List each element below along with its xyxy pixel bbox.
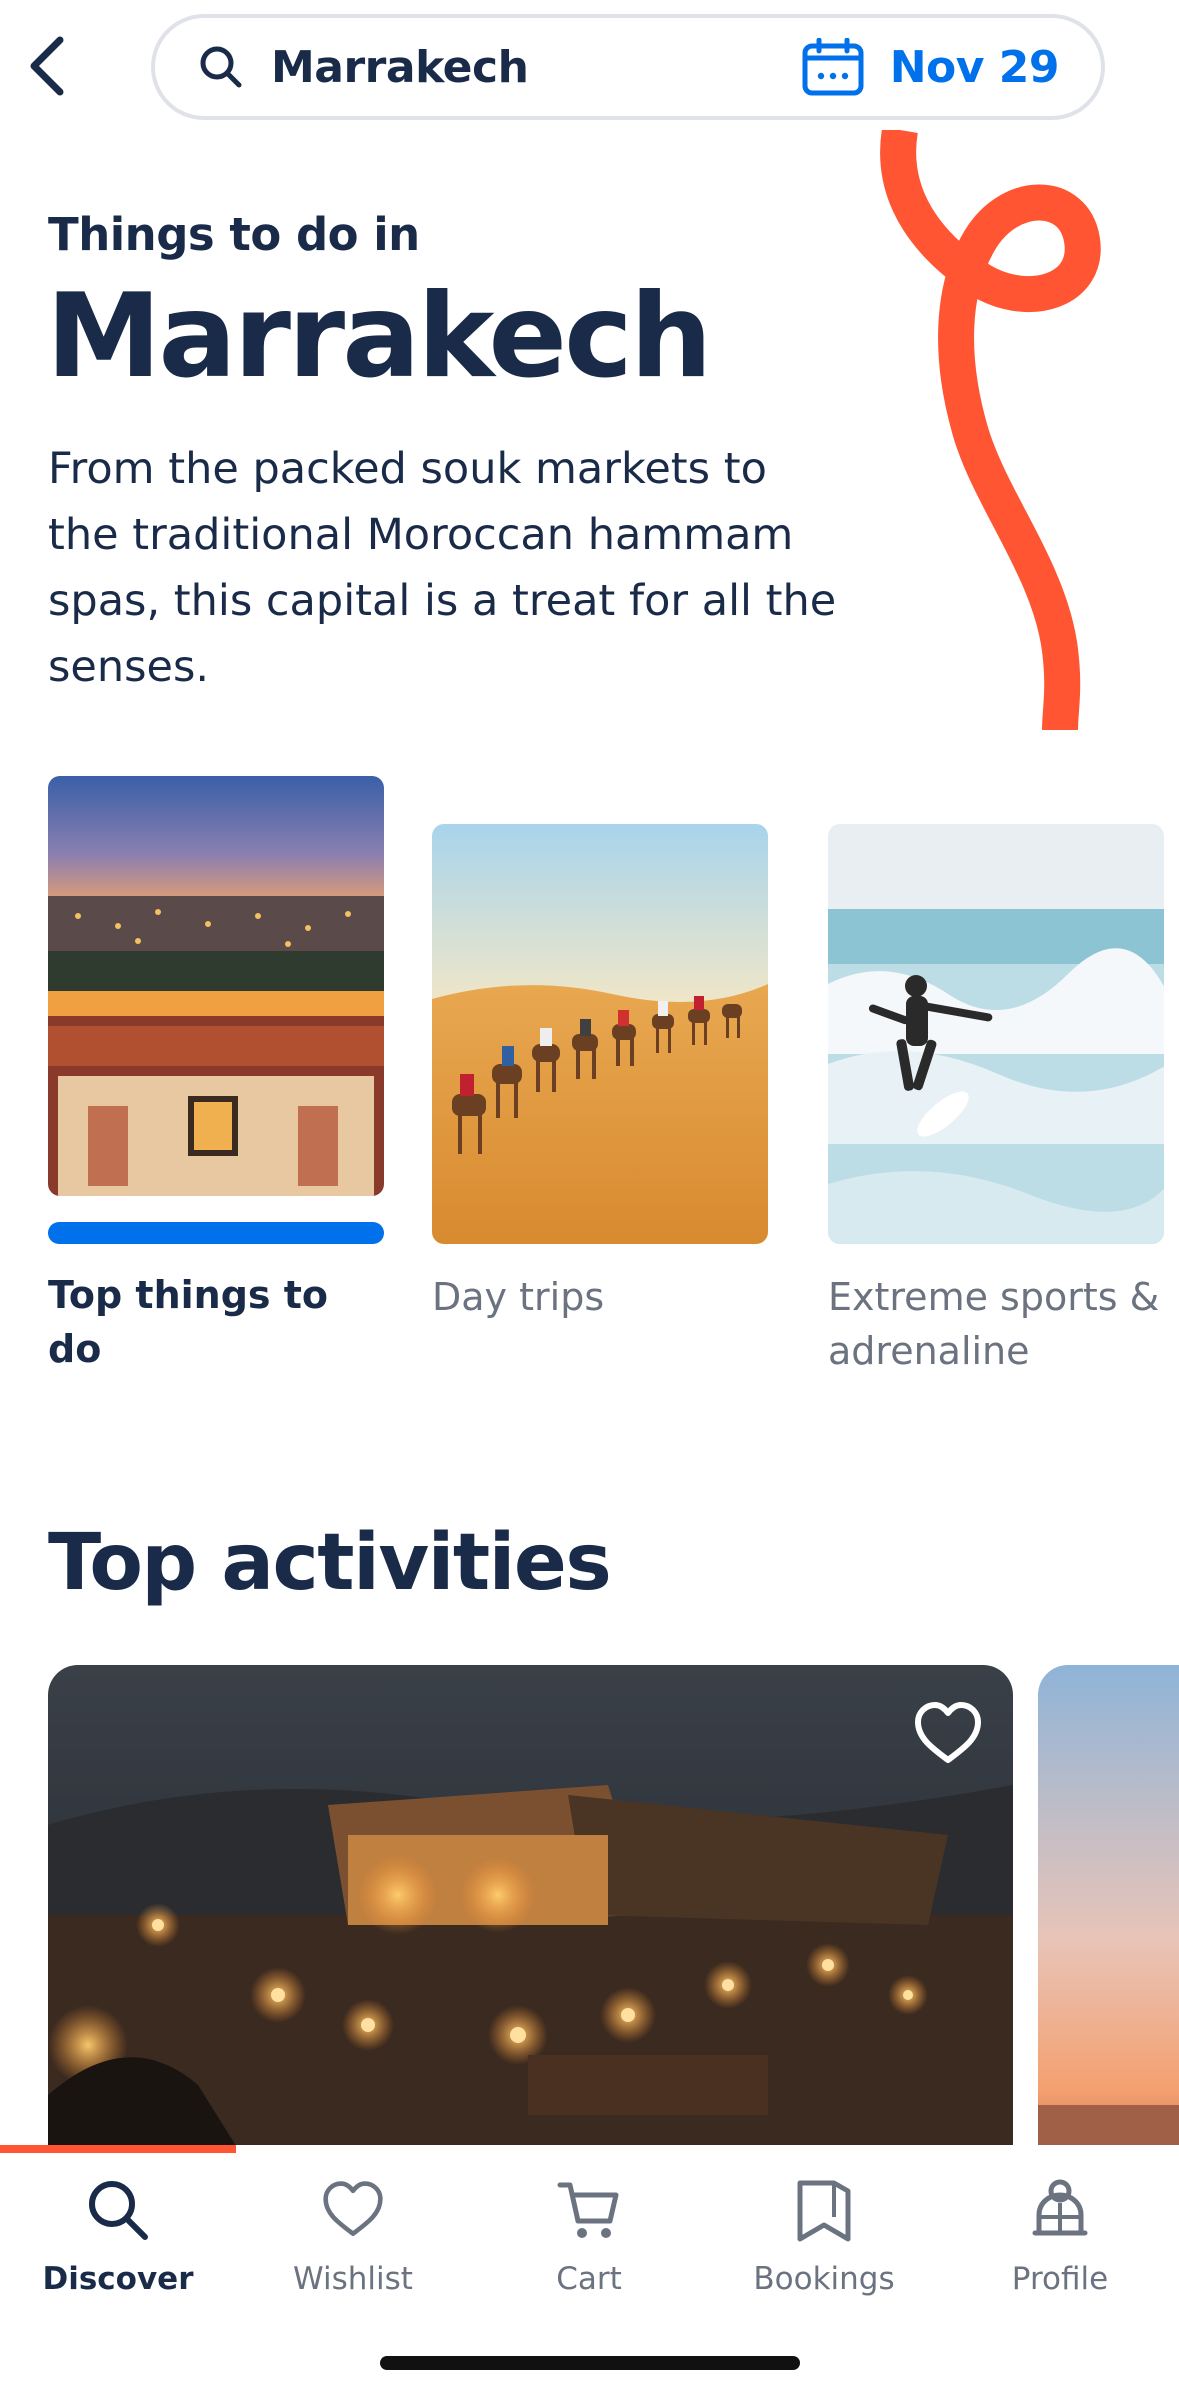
page-title: Marrakech xyxy=(46,269,712,404)
activity-card[interactable] xyxy=(48,1665,1013,2165)
date-label: Nov 29 xyxy=(889,41,1060,93)
category-selected-indicator xyxy=(48,1222,384,1244)
section-title-top-activities: Top activities xyxy=(48,1518,612,1608)
hero-eyebrow: Things to do in xyxy=(48,208,420,261)
home-indicator xyxy=(380,2356,800,2370)
search-query[interactable]: Marrakech xyxy=(271,42,802,93)
hero-description: From the packed souk markets to the trad… xyxy=(48,444,837,692)
category-extreme-sports[interactable]: Extreme sports & adrenaline xyxy=(828,824,1168,1378)
activity-card[interactable] xyxy=(1038,1665,1179,2165)
nav-item-cart[interactable]: Cart xyxy=(489,2175,689,2297)
category-label: Top things to do xyxy=(48,1273,329,1371)
search-icon xyxy=(197,43,245,91)
nav-label: Wishlist xyxy=(293,2261,413,2297)
bookmark-icon xyxy=(789,2175,859,2245)
category-image-city-night xyxy=(48,776,384,1196)
activity-image-desert-camp xyxy=(48,1665,1013,2165)
category-day-trips[interactable]: Day trips xyxy=(432,824,768,1324)
chevron-left-icon xyxy=(30,36,64,96)
category-image-surfer xyxy=(828,824,1164,1244)
activity-image-sunset-sky xyxy=(1038,1665,1179,2165)
nav-label: Discover xyxy=(42,2261,194,2297)
category-image-desert-camels xyxy=(432,824,768,1244)
nav-item-wishlist[interactable]: Wishlist xyxy=(253,2175,453,2297)
wishlist-heart-button[interactable] xyxy=(912,1700,984,1768)
nav-item-discover[interactable]: Discover xyxy=(18,2175,218,2297)
heart-icon xyxy=(915,1702,981,1763)
search-bar[interactable]: Marrakech Nov 29 xyxy=(151,14,1105,120)
date-picker[interactable]: Nov 29 xyxy=(802,38,1060,96)
nav-label: Profile xyxy=(1011,2261,1109,2297)
profile-icon xyxy=(1025,2175,1095,2245)
category-top-things[interactable]: Top things to do xyxy=(48,776,384,1376)
category-label: Extreme sports & adrenaline xyxy=(828,1275,1160,1373)
category-label: Day trips xyxy=(432,1275,605,1319)
calendar-icon xyxy=(802,38,864,96)
nav-label: Cart xyxy=(556,2261,622,2297)
search-icon xyxy=(83,2175,153,2245)
heart-icon xyxy=(318,2175,388,2245)
nav-item-profile[interactable]: Profile xyxy=(960,2175,1160,2297)
back-button[interactable] xyxy=(18,30,74,102)
cart-icon xyxy=(554,2175,624,2245)
decorative-squiggle xyxy=(880,130,1101,730)
nav-label: Bookings xyxy=(753,2261,895,2297)
nav-item-bookings[interactable]: Bookings xyxy=(724,2175,924,2297)
scroll-progress-bar xyxy=(0,2145,236,2153)
